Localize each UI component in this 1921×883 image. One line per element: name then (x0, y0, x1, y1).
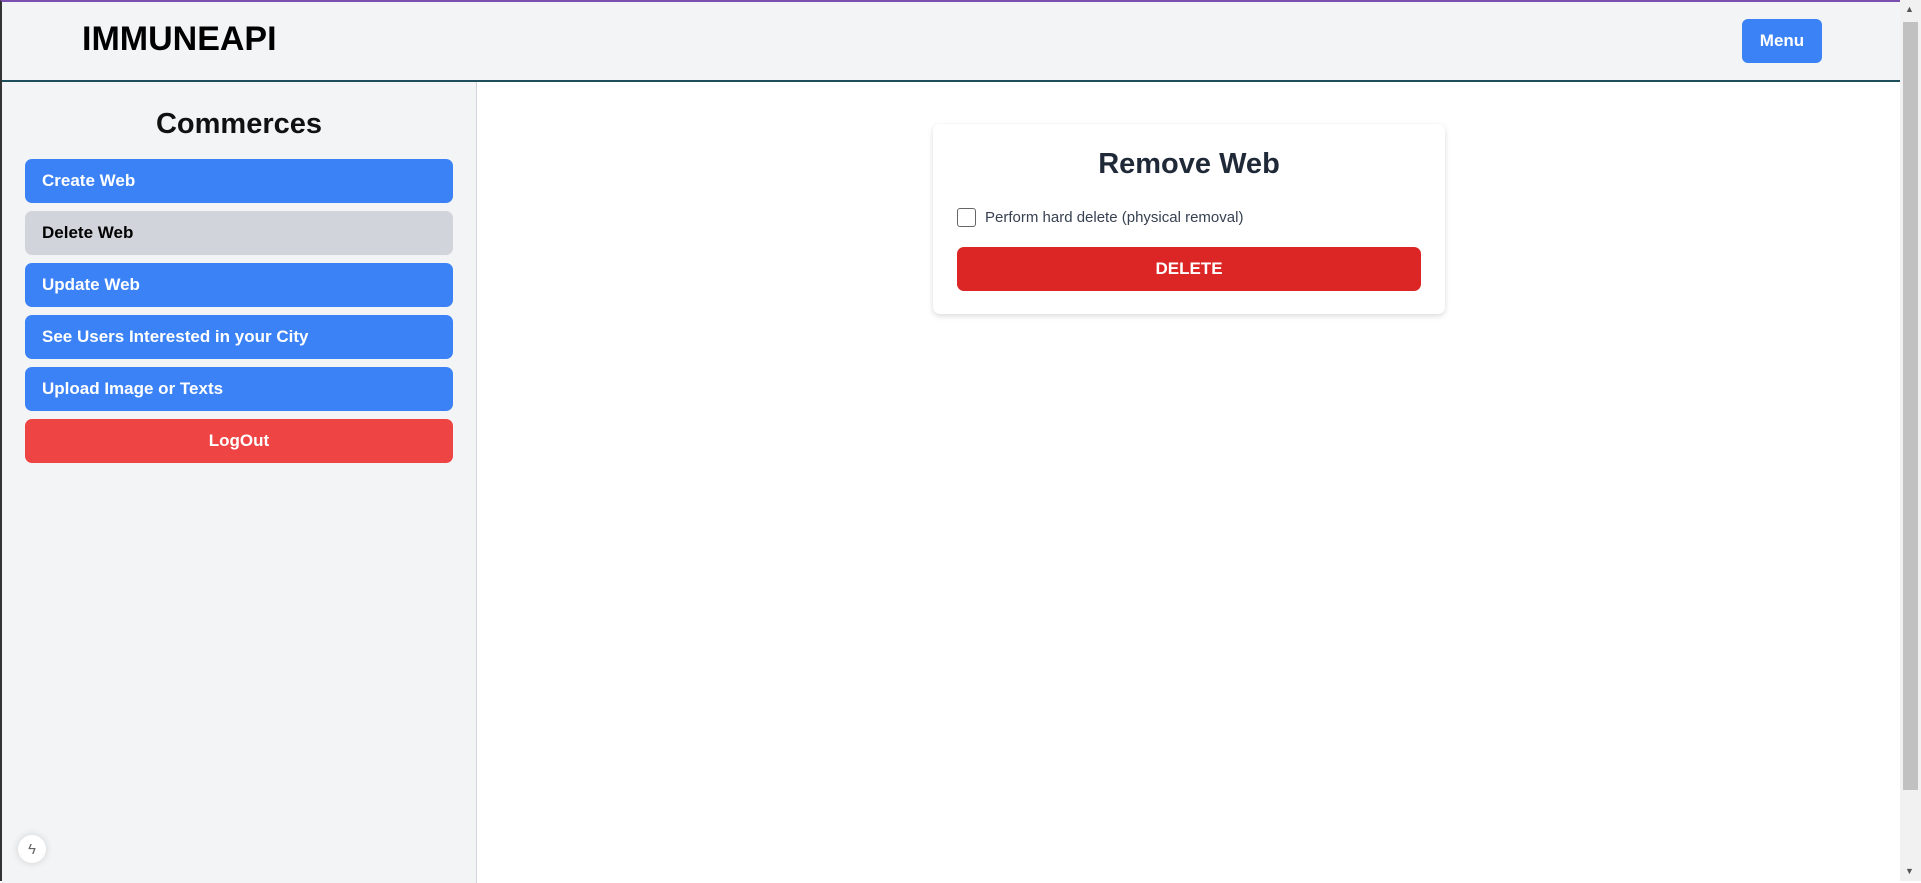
card-title: Remove Web (1098, 148, 1280, 180)
sidebar-item-delete-web[interactable]: Delete Web (25, 211, 453, 255)
hard-delete-label: Perform hard delete (physical removal) (985, 209, 1244, 226)
menu-button[interactable]: Menu (1742, 19, 1822, 63)
hard-delete-checkbox[interactable] (957, 208, 976, 227)
lightning-bolt-icon[interactable]: ϟ (18, 835, 46, 863)
delete-button[interactable]: DELETE (957, 247, 1421, 291)
sidebar-item-see-users[interactable]: See Users Interested in your City (25, 315, 453, 359)
top-header: IMMUNEAPI Menu (2, 2, 1900, 82)
sidebar-item-upload[interactable]: Upload Image or Texts (25, 367, 453, 411)
app: IMMUNEAPI Menu Commerces Create Web Dele… (0, 0, 1900, 883)
sidebar-item-create-web[interactable]: Create Web (25, 159, 453, 203)
sidebar: Commerces Create Web Delete Web Update W… (2, 82, 477, 883)
hard-delete-option[interactable]: Perform hard delete (physical removal) (957, 208, 1243, 227)
sidebar-item-update-web[interactable]: Update Web (25, 263, 453, 307)
scroll-down-arrow-icon[interactable]: ▼ (1905, 866, 1914, 876)
sidebar-title: Commerces (155, 108, 323, 140)
brand-logo[interactable]: IMMUNEAPI (82, 20, 277, 59)
scrollbar-thumb[interactable] (1903, 22, 1918, 790)
logout-button[interactable]: LogOut (25, 419, 453, 463)
scroll-up-arrow-icon[interactable]: ▲ (1905, 4, 1914, 14)
scrollbar[interactable]: ▲ ▼ (1900, 0, 1921, 881)
remove-web-card: Remove Web Perform hard delete (physical… (933, 124, 1445, 314)
